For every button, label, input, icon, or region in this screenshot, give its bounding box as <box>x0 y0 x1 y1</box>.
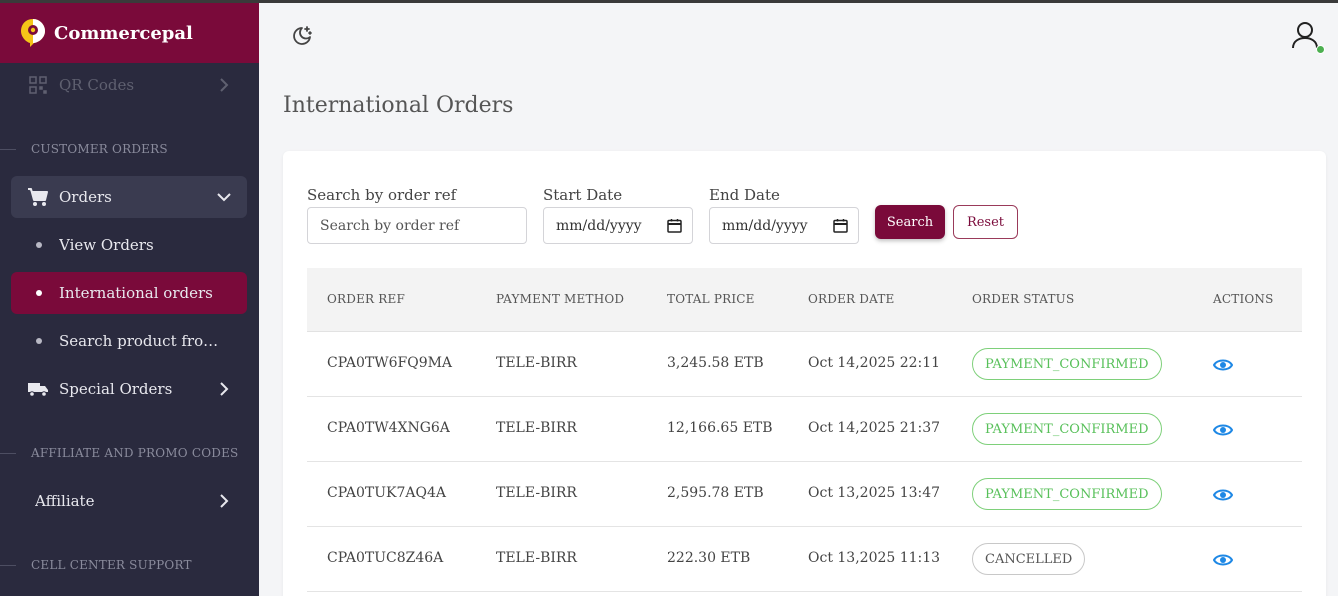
eye-icon[interactable] <box>1212 487 1234 503</box>
chevron-right-icon <box>213 382 235 396</box>
column-header-order-status[interactable]: ORDER STATUS <box>972 292 1074 306</box>
brand-header[interactable]: Commercepal <box>0 3 259 63</box>
section-cell-center: CELL CENTER SUPPORT <box>0 555 259 575</box>
start-date-label: Start Date <box>543 186 623 204</box>
order-date-cell: Oct 14,2025 21:37 <box>808 420 941 436</box>
orders-table: ORDER REF PAYMENT METHOD TOTAL PRICE ORD… <box>307 268 1302 592</box>
end-date-input[interactable]: mm/dd/yyyy <box>709 207 859 244</box>
sidebar-item-label: QR Codes <box>59 76 135 94</box>
order-date-cell: Oct 13,2025 13:47 <box>808 485 941 501</box>
section-divider <box>0 452 16 454</box>
cart-icon <box>27 186 49 208</box>
order-ref-cell: CPA0TW4XNG6A <box>327 420 450 436</box>
page-title: International Orders <box>283 93 514 118</box>
section-divider <box>0 148 16 150</box>
online-status-dot <box>1316 45 1325 54</box>
sidebar-item-label: View Orders <box>59 236 154 254</box>
eye-icon[interactable] <box>1212 422 1234 438</box>
orders-card: Search by order ref Search by order ref … <box>283 151 1326 596</box>
order-ref-cell: CPA0TUK7AQ4A <box>327 485 446 501</box>
brand-name: Commercepal <box>54 22 193 44</box>
total-price-cell: 12,166.65 ETB <box>667 420 773 436</box>
order-date-cell: Oct 14,2025 22:11 <box>808 355 941 371</box>
sidebar-item-affiliate[interactable]: Affiliate <box>11 480 247 522</box>
section-customer-orders: CUSTOMER ORDERS <box>0 139 259 159</box>
sidebar-item-label: Special Orders <box>59 380 173 398</box>
payment-method-cell: TELE-BIRR <box>496 355 577 371</box>
column-header-actions: ACTIONS <box>1213 292 1274 306</box>
sidebar-item-label: Search product from pr... <box>59 332 247 350</box>
sidebar-item-label: Orders <box>59 188 112 206</box>
status-badge: PAYMENT_CONFIRMED <box>972 413 1162 445</box>
section-title: CELL CENTER SUPPORT <box>31 558 192 572</box>
status-badge: PAYMENT_CONFIRMED <box>972 348 1162 380</box>
order-date-cell: Oct 13,2025 11:13 <box>808 550 941 566</box>
eye-icon[interactable] <box>1212 552 1234 568</box>
eye-icon[interactable] <box>1212 357 1234 373</box>
sidebar-item-label: International orders <box>59 284 213 302</box>
table-row[interactable]: CPA0TW6FQ9MA TELE-BIRR 3,245.58 ETB Oct … <box>307 332 1302 397</box>
end-date-value: mm/dd/yyyy <box>722 217 808 234</box>
sidebar-item-orders[interactable]: Orders <box>11 176 247 218</box>
search-button[interactable]: Search <box>875 205 945 239</box>
order-ref-cell: CPA0TUC8Z46A <box>327 550 444 566</box>
payment-method-cell: TELE-BIRR <box>496 550 577 566</box>
order-ref-label: Search by order ref <box>307 186 457 204</box>
column-header-order-date[interactable]: ORDER DATE <box>808 292 895 306</box>
calendar-icon[interactable] <box>667 218 682 233</box>
order-ref-search-input[interactable]: Search by order ref <box>307 207 527 244</box>
status-badge: CANCELLED <box>972 543 1086 575</box>
chevron-right-icon <box>213 494 235 508</box>
truck-icon <box>27 378 49 400</box>
column-header-order-ref[interactable]: ORDER REF <box>327 292 405 306</box>
payment-method-cell: TELE-BIRR <box>496 485 577 501</box>
sidebar-item-label: Affiliate <box>35 492 95 510</box>
chevron-down-icon <box>213 192 235 202</box>
table-row[interactable]: CPA0TUC8Z46A TELE-BIRR 222.30 ETB Oct 13… <box>307 527 1302 592</box>
status-badge: PAYMENT_CONFIRMED <box>972 478 1162 510</box>
commercepal-logo-icon <box>20 18 46 48</box>
total-price-cell: 222.30 ETB <box>667 550 751 566</box>
column-header-payment-method[interactable]: PAYMENT METHOD <box>496 292 624 306</box>
table-row[interactable]: CPA0TUK7AQ4A TELE-BIRR 2,595.78 ETB Oct … <box>307 462 1302 527</box>
column-header-total-price[interactable]: TOTAL PRICE <box>667 292 755 306</box>
reset-button[interactable]: Reset <box>953 205 1018 239</box>
sidebar-item-view-orders[interactable]: View Orders <box>11 224 247 266</box>
bullet-dot <box>36 242 42 248</box>
section-divider <box>0 564 16 566</box>
moon-stars-icon[interactable] <box>290 24 314 48</box>
section-affiliate-promo: AFFILIATE AND PROMO CODES <box>0 443 259 463</box>
sidebar-item-international-orders[interactable]: International orders <box>11 272 247 314</box>
section-title: AFFILIATE AND PROMO CODES <box>31 446 239 460</box>
chevron-right-icon <box>213 78 235 92</box>
order-ref-cell: CPA0TW6FQ9MA <box>327 355 453 371</box>
section-title: CUSTOMER ORDERS <box>31 142 168 156</box>
payment-method-cell: TELE-BIRR <box>496 420 577 436</box>
sidebar-item-search-product[interactable]: Search product from pr... <box>11 320 247 362</box>
end-date-label: End Date <box>709 186 780 204</box>
order-ref-placeholder: Search by order ref <box>320 217 460 234</box>
start-date-input[interactable]: mm/dd/yyyy <box>543 207 693 244</box>
sidebar-item-qr-codes[interactable]: QR Codes <box>11 64 247 106</box>
table-row[interactable]: CPA0TW4XNG6A TELE-BIRR 12,166.65 ETB Oct… <box>307 397 1302 462</box>
start-date-value: mm/dd/yyyy <box>556 217 642 234</box>
sidebar: Commercepal QR Codes CUSTOMER ORDERS Ord… <box>0 3 259 596</box>
total-price-cell: 3,245.58 ETB <box>667 355 764 371</box>
total-price-cell: 2,595.78 ETB <box>667 485 764 501</box>
table-header: ORDER REF PAYMENT METHOD TOTAL PRICE ORD… <box>307 268 1302 332</box>
qr-code-icon <box>27 74 49 96</box>
bullet-dot <box>36 290 42 296</box>
sidebar-item-special-orders[interactable]: Special Orders <box>11 368 247 410</box>
bullet-dot <box>36 338 42 344</box>
calendar-icon[interactable] <box>833 218 848 233</box>
